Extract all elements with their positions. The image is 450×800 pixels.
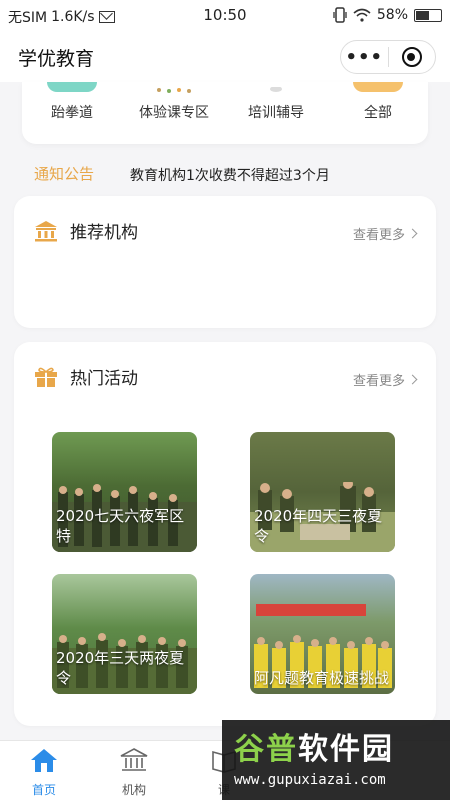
more-link-label: 查看更多 bbox=[352, 374, 405, 389]
activity-banner bbox=[256, 604, 366, 616]
tab-institution[interactable]: 机构 bbox=[104, 747, 164, 798]
category-all[interactable]: 全部 bbox=[328, 82, 428, 122]
hot-activities-header: 热门活动 bbox=[34, 364, 138, 389]
category-taekwondo[interactable]: 跆拳道 bbox=[22, 82, 122, 122]
tab-label: 机构 bbox=[121, 783, 146, 797]
watermark-title-b: 软件园 bbox=[298, 732, 394, 767]
watermark-title-a: 谷普 bbox=[234, 732, 298, 767]
notice-tag: 通知公告 bbox=[34, 165, 95, 183]
category-experience[interactable]: 体验课专区 bbox=[124, 82, 224, 122]
activity-caption: 2020年三天两夜夏令 bbox=[56, 649, 185, 687]
recommended-header: 推荐机构 bbox=[34, 218, 138, 243]
all-icon bbox=[353, 82, 403, 92]
vibrate-icon bbox=[333, 7, 347, 23]
battery-icon bbox=[414, 8, 442, 22]
tab-label: 首页 bbox=[31, 783, 56, 797]
section-title: 推荐机构 bbox=[70, 223, 138, 243]
notice-bar[interactable]: 通知公告 教育机构1次收费不得超过3个月 bbox=[34, 163, 434, 185]
taekwondo-icon bbox=[47, 82, 97, 92]
more-link-label: 查看更多 bbox=[352, 228, 405, 243]
gift-icon bbox=[35, 367, 57, 387]
activity-card[interactable]: 阿凡题教育极速挑战 bbox=[250, 574, 395, 694]
page-title: 学优教育 bbox=[18, 48, 95, 70]
hot-activities-more-link[interactable]: 查看更多 bbox=[352, 370, 418, 389]
status-right: 58% bbox=[333, 7, 442, 23]
mini-program-capsule: ••• bbox=[340, 40, 436, 74]
activity-caption: 阿凡题教育极速挑战 bbox=[254, 669, 390, 687]
category-label: 跆拳道 bbox=[51, 105, 93, 121]
status-bar: 无SIM 1.6K/s 10:50 58% bbox=[0, 0, 450, 32]
section-title: 热门活动 bbox=[70, 369, 138, 389]
watermark-url: www.gupuxiazai.com bbox=[234, 772, 386, 788]
chevron-right-icon bbox=[407, 228, 418, 239]
title-bar: 学优教育 ••• bbox=[0, 32, 450, 82]
category-label: 全部 bbox=[364, 105, 392, 121]
recommended-section: 推荐机构 查看更多 bbox=[14, 196, 436, 328]
training-icon bbox=[251, 82, 301, 92]
chevron-right-icon bbox=[407, 374, 418, 385]
watermark-logo: 谷普软件园 www.gupuxiazai.com bbox=[222, 720, 450, 800]
battery-fill bbox=[416, 10, 430, 20]
close-button[interactable] bbox=[388, 47, 435, 67]
category-label: 体验课专区 bbox=[139, 105, 209, 121]
activity-caption: 2020七天六夜军区特 bbox=[56, 507, 185, 545]
activity-card[interactable]: 2020年三天两夜夏令 bbox=[52, 574, 197, 694]
category-card: 跆拳道 体验课专区 培训辅导 全部 bbox=[22, 82, 428, 144]
institution-icon bbox=[35, 220, 57, 241]
recommended-more-link[interactable]: 查看更多 bbox=[352, 224, 418, 243]
tab-home[interactable]: 首页 bbox=[14, 747, 74, 798]
category-label: 培训辅导 bbox=[248, 105, 304, 121]
activity-caption: 2020年四天三夜夏令 bbox=[254, 507, 383, 545]
battery-percent: 58% bbox=[376, 7, 408, 23]
wifi-icon bbox=[353, 8, 371, 22]
experience-icon bbox=[149, 82, 199, 93]
activity-card[interactable]: 2020七天六夜军区特 bbox=[52, 432, 197, 552]
hot-activities-section: 热门活动 查看更多 2020七天六夜军区特 2020年四天三夜夏令 2020年三… bbox=[14, 342, 436, 726]
home-icon bbox=[31, 749, 57, 772]
target-icon bbox=[401, 47, 422, 67]
category-training[interactable]: 培训辅导 bbox=[226, 82, 326, 122]
notice-text: 教育机构1次收费不得超过3个月 bbox=[130, 168, 330, 184]
more-button[interactable]: ••• bbox=[341, 47, 388, 68]
watermark-title: 谷普软件园 bbox=[234, 724, 394, 768]
institution-tab-icon bbox=[120, 748, 148, 771]
activity-card[interactable]: 2020年四天三夜夏令 bbox=[250, 432, 395, 552]
